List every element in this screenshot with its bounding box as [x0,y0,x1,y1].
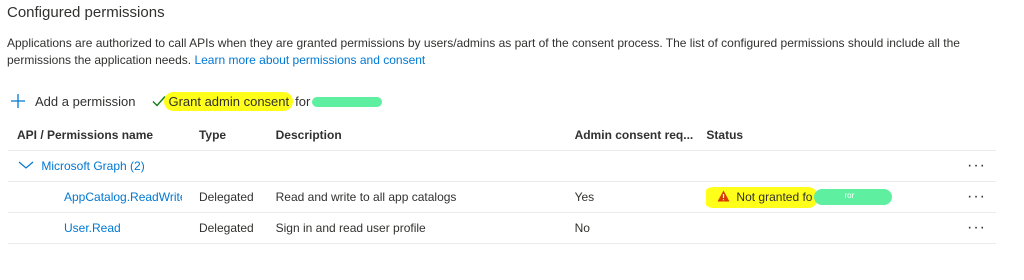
add-permission-label: Add a permission [35,93,136,109]
status-highlight: Not granted fo [706,186,819,208]
header-more [948,120,996,151]
grant-for-text: for [295,93,311,109]
permission-type: Delegated [198,181,276,213]
permission-name-link[interactable]: AppCatalog.ReadWrite.All [8,181,199,213]
learn-more-link[interactable]: Learn more about permissions and consent [194,53,425,67]
warning-icon [717,190,730,205]
permission-type: Delegated [198,212,276,244]
group-toggle[interactable]: Microsoft Graph (2) [8,150,949,182]
permission-name-text: AppCatalog.ReadWrite.All [64,190,182,205]
section-description: Applications are authorized to call APIs… [7,35,1007,69]
more-icon[interactable]: ··· [948,181,996,213]
permission-name-text: User.Read [64,221,121,236]
status-text: Not granted fo [736,190,813,204]
permission-name-link[interactable]: User.Read [8,212,199,244]
redacted-tenant-name: ror [814,189,893,205]
section-title: Configured permissions [7,4,165,21]
grant-admin-consent-button[interactable]: Grant admin consent for [151,91,383,111]
admin-consent-required: Yes [574,181,707,213]
permissions-table: API / Permissions name Type Description … [8,120,996,244]
redacted-tenant-name [312,97,383,107]
grant-admin-consent-label: Grant admin consent [164,91,294,111]
permission-status [706,212,949,244]
toolbar: Add a permission Grant admin consent for [10,90,383,112]
table-row: User.Read Delegated Sign in and read use… [8,212,996,244]
permission-description: Read and write to all app catalogs [275,181,575,213]
group-row-microsoft-graph[interactable]: Microsoft Graph (2) ··· [8,150,996,182]
header-description[interactable]: Description [275,120,575,151]
redacted-fragment: ror [844,191,855,200]
add-permission-button[interactable]: Add a permission [10,93,135,109]
description-text: Applications are authorized to call APIs… [7,36,960,67]
configured-permissions-page: Configured permissions Applications are … [0,0,1024,280]
permission-description: Sign in and read user profile [275,212,575,244]
plus-icon [10,93,26,109]
group-label: Microsoft Graph (2) [41,158,145,173]
admin-consent-required: No [574,212,707,244]
status-badge: Not granted fo ror [706,186,893,208]
more-icon[interactable]: ··· [948,212,996,244]
header-type[interactable]: Type [198,120,276,151]
table-row: AppCatalog.ReadWrite.All Delegated Read … [8,181,996,213]
header-admin-consent[interactable]: Admin consent req... [574,120,707,151]
header-status[interactable]: Status [706,120,949,151]
more-icon[interactable]: ··· [948,150,996,182]
chevron-down-icon [18,159,34,173]
permission-status: Not granted fo ror [706,181,949,213]
header-name[interactable]: API / Permissions name [8,120,199,151]
table-header-row: API / Permissions name Type Description … [8,120,996,151]
